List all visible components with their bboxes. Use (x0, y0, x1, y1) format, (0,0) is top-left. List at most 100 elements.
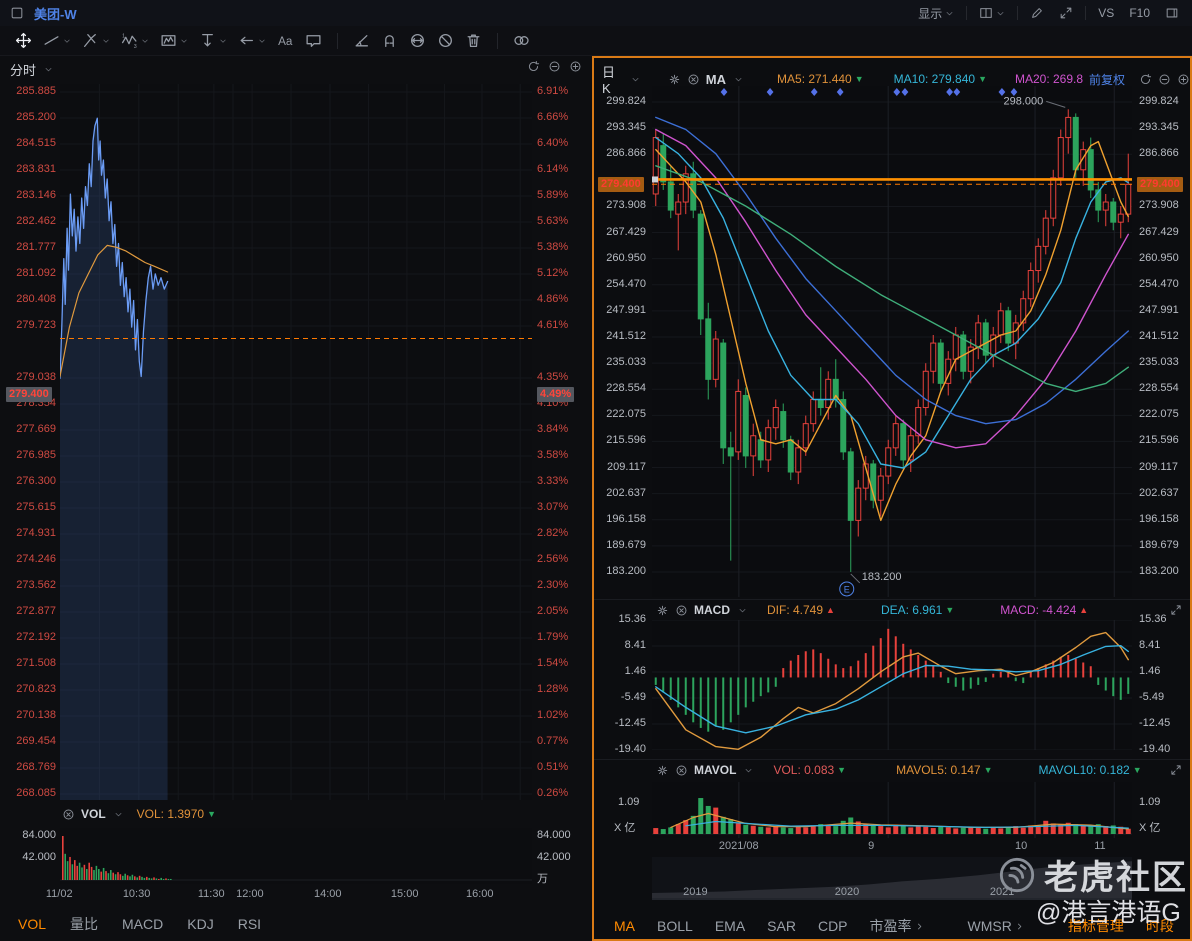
indicator-name[interactable]: MAVOL (694, 763, 736, 777)
indicator-name[interactable]: MACD (694, 603, 730, 617)
navigator-year-label: 2020 (834, 886, 860, 898)
navigator-year-label: 2019 (683, 886, 708, 898)
expand-pane-icon[interactable] (1170, 604, 1182, 616)
price-axis-label: 260.950 (606, 251, 646, 264)
expand-pane-icon[interactable] (1170, 764, 1182, 776)
display-dropdown[interactable]: 显示 (915, 4, 957, 23)
intraday-chart[interactable] (60, 84, 532, 800)
tab-市盈率[interactable]: 市盈率 (870, 916, 924, 936)
chevron-down-icon (734, 75, 743, 84)
hide-drawings-tool[interactable] (434, 31, 457, 50)
volume-axis-unit: 万 (537, 873, 548, 885)
close-icon[interactable] (675, 604, 688, 617)
kline-panel: 日K MA MA5: 271.440 ▼ MA10: 279.840 ▼ MA20:… (592, 56, 1192, 941)
percent-axis-label: 1.02% (537, 709, 569, 721)
daily-volume-chart[interactable] (652, 782, 1132, 838)
indicator-name[interactable]: VOL (81, 807, 106, 821)
magnet-tool[interactable] (378, 31, 401, 50)
price-axis-label: 241.512 (1139, 329, 1179, 342)
close-icon[interactable] (675, 764, 688, 777)
macd-axis-label: -19.40 (614, 743, 646, 755)
elliott-wave-tool[interactable]: 13 (118, 31, 152, 50)
compare-circles-tool[interactable] (510, 31, 533, 50)
kline-chart[interactable]: 298.000 183.200 E (652, 86, 1132, 597)
move-crosshair-tool[interactable] (12, 31, 35, 50)
indicator-name[interactable]: MA (706, 72, 726, 87)
price-axis-label: 279.038 (16, 371, 56, 383)
panel-toggle-button[interactable] (1162, 5, 1182, 21)
tab-MA[interactable]: MA (614, 918, 635, 934)
reset-zoom-icon[interactable] (527, 60, 540, 73)
period-selector[interactable]: 日K (602, 62, 623, 96)
zoom-in-icon[interactable] (1177, 73, 1190, 86)
measure-tool[interactable] (196, 31, 230, 50)
price-axis-label: 272.877 (16, 605, 56, 617)
price-axis-label: 247.991 (606, 303, 646, 316)
close-icon[interactable] (62, 808, 75, 821)
price-axis-label: 228.554 (606, 382, 646, 395)
link-charts-tool[interactable] (406, 31, 429, 50)
tab-KDJ[interactable]: KDJ (187, 916, 213, 932)
zoom-in-icon[interactable] (569, 60, 582, 73)
vol-value: VOL: 0.083 ▼ (773, 763, 847, 777)
macd-axis-label: -12.45 (1139, 717, 1171, 729)
tab-WMSR[interactable]: WMSR (968, 918, 1024, 934)
price-axis-label: 293.345 (1139, 121, 1179, 134)
tab-BOLL[interactable]: BOLL (657, 918, 693, 934)
draw-button[interactable] (1027, 5, 1047, 21)
compare-button[interactable]: VS (1095, 5, 1117, 21)
window-icon[interactable] (10, 6, 24, 20)
percent-axis-label: 2.56% (537, 553, 569, 565)
text-tool[interactable]: Aa (274, 31, 297, 50)
percent-axis-label: 0.26% (537, 787, 569, 799)
intraday-volume-chart[interactable] (60, 828, 532, 884)
settings-gear-icon[interactable] (668, 73, 681, 86)
volume-axis-max: 1.09 (1139, 796, 1161, 808)
close-icon[interactable] (687, 73, 700, 86)
percent-axis-label: 6.66% (537, 111, 569, 123)
chart-canvas (60, 828, 532, 884)
pattern-tool[interactable] (157, 31, 191, 50)
chevron-down-icon (738, 606, 747, 615)
tab-EMA[interactable]: EMA (715, 918, 745, 934)
divider (1017, 6, 1019, 20)
pitchfork-tool[interactable] (79, 31, 113, 50)
chevron-down-icon (102, 37, 110, 45)
trash-tool[interactable] (462, 31, 485, 50)
fullscreen-button[interactable] (1056, 5, 1076, 21)
trend-down-icon: ▼ (1132, 764, 1142, 775)
tab-RSI[interactable]: RSI (238, 916, 261, 932)
tab-SAR[interactable]: SAR (767, 918, 796, 934)
period-selector[interactable]: 分时 (10, 60, 53, 79)
macd-header: MACD DIF: 4.749 ▲ DEA: 6.961 ▼ MACD: -4.42… (594, 599, 1190, 619)
chevron-down-icon (141, 37, 149, 45)
pencil-icon (1030, 6, 1044, 20)
arrow-tool[interactable] (235, 31, 269, 50)
percent-axis-label: 1.79% (537, 631, 569, 643)
reset-zoom-icon[interactable] (1139, 73, 1152, 86)
layout-dropdown[interactable] (976, 5, 1008, 21)
tab-CDP[interactable]: CDP (818, 918, 848, 934)
trend-up-icon: ▲ (826, 604, 835, 615)
macd-chart[interactable] (652, 620, 1132, 750)
price-axis-label: 276.985 (16, 449, 56, 461)
price-axis-label: 279.723 (16, 319, 56, 331)
zoom-out-icon[interactable] (1158, 73, 1171, 86)
tab-量比[interactable]: 量比 (70, 914, 98, 934)
angle-tool[interactable] (350, 31, 373, 50)
trend-line-tool[interactable] (40, 31, 74, 50)
settings-gear-icon[interactable] (656, 604, 669, 617)
adjust-mode-button[interactable]: 前复权 (1089, 71, 1125, 88)
mavol5-value: MAVOL5: 0.147 ▼ (896, 763, 993, 777)
percent-axis-label: 3.07% (537, 501, 569, 513)
tab-MACD[interactable]: MACD (122, 916, 163, 932)
page-title: 美团-W (34, 6, 77, 22)
tab-VOL[interactable]: VOL (18, 916, 46, 932)
settings-gear-icon[interactable] (656, 764, 669, 777)
zoom-out-icon[interactable] (548, 60, 561, 73)
comment-tool[interactable] (302, 31, 325, 50)
f10-button[interactable]: F10 (1126, 5, 1153, 21)
macd-axis-label: -5.49 (1139, 691, 1165, 703)
price-axis-label: 299.824 (606, 95, 646, 107)
price-axis-label: 273.908 (606, 199, 646, 212)
